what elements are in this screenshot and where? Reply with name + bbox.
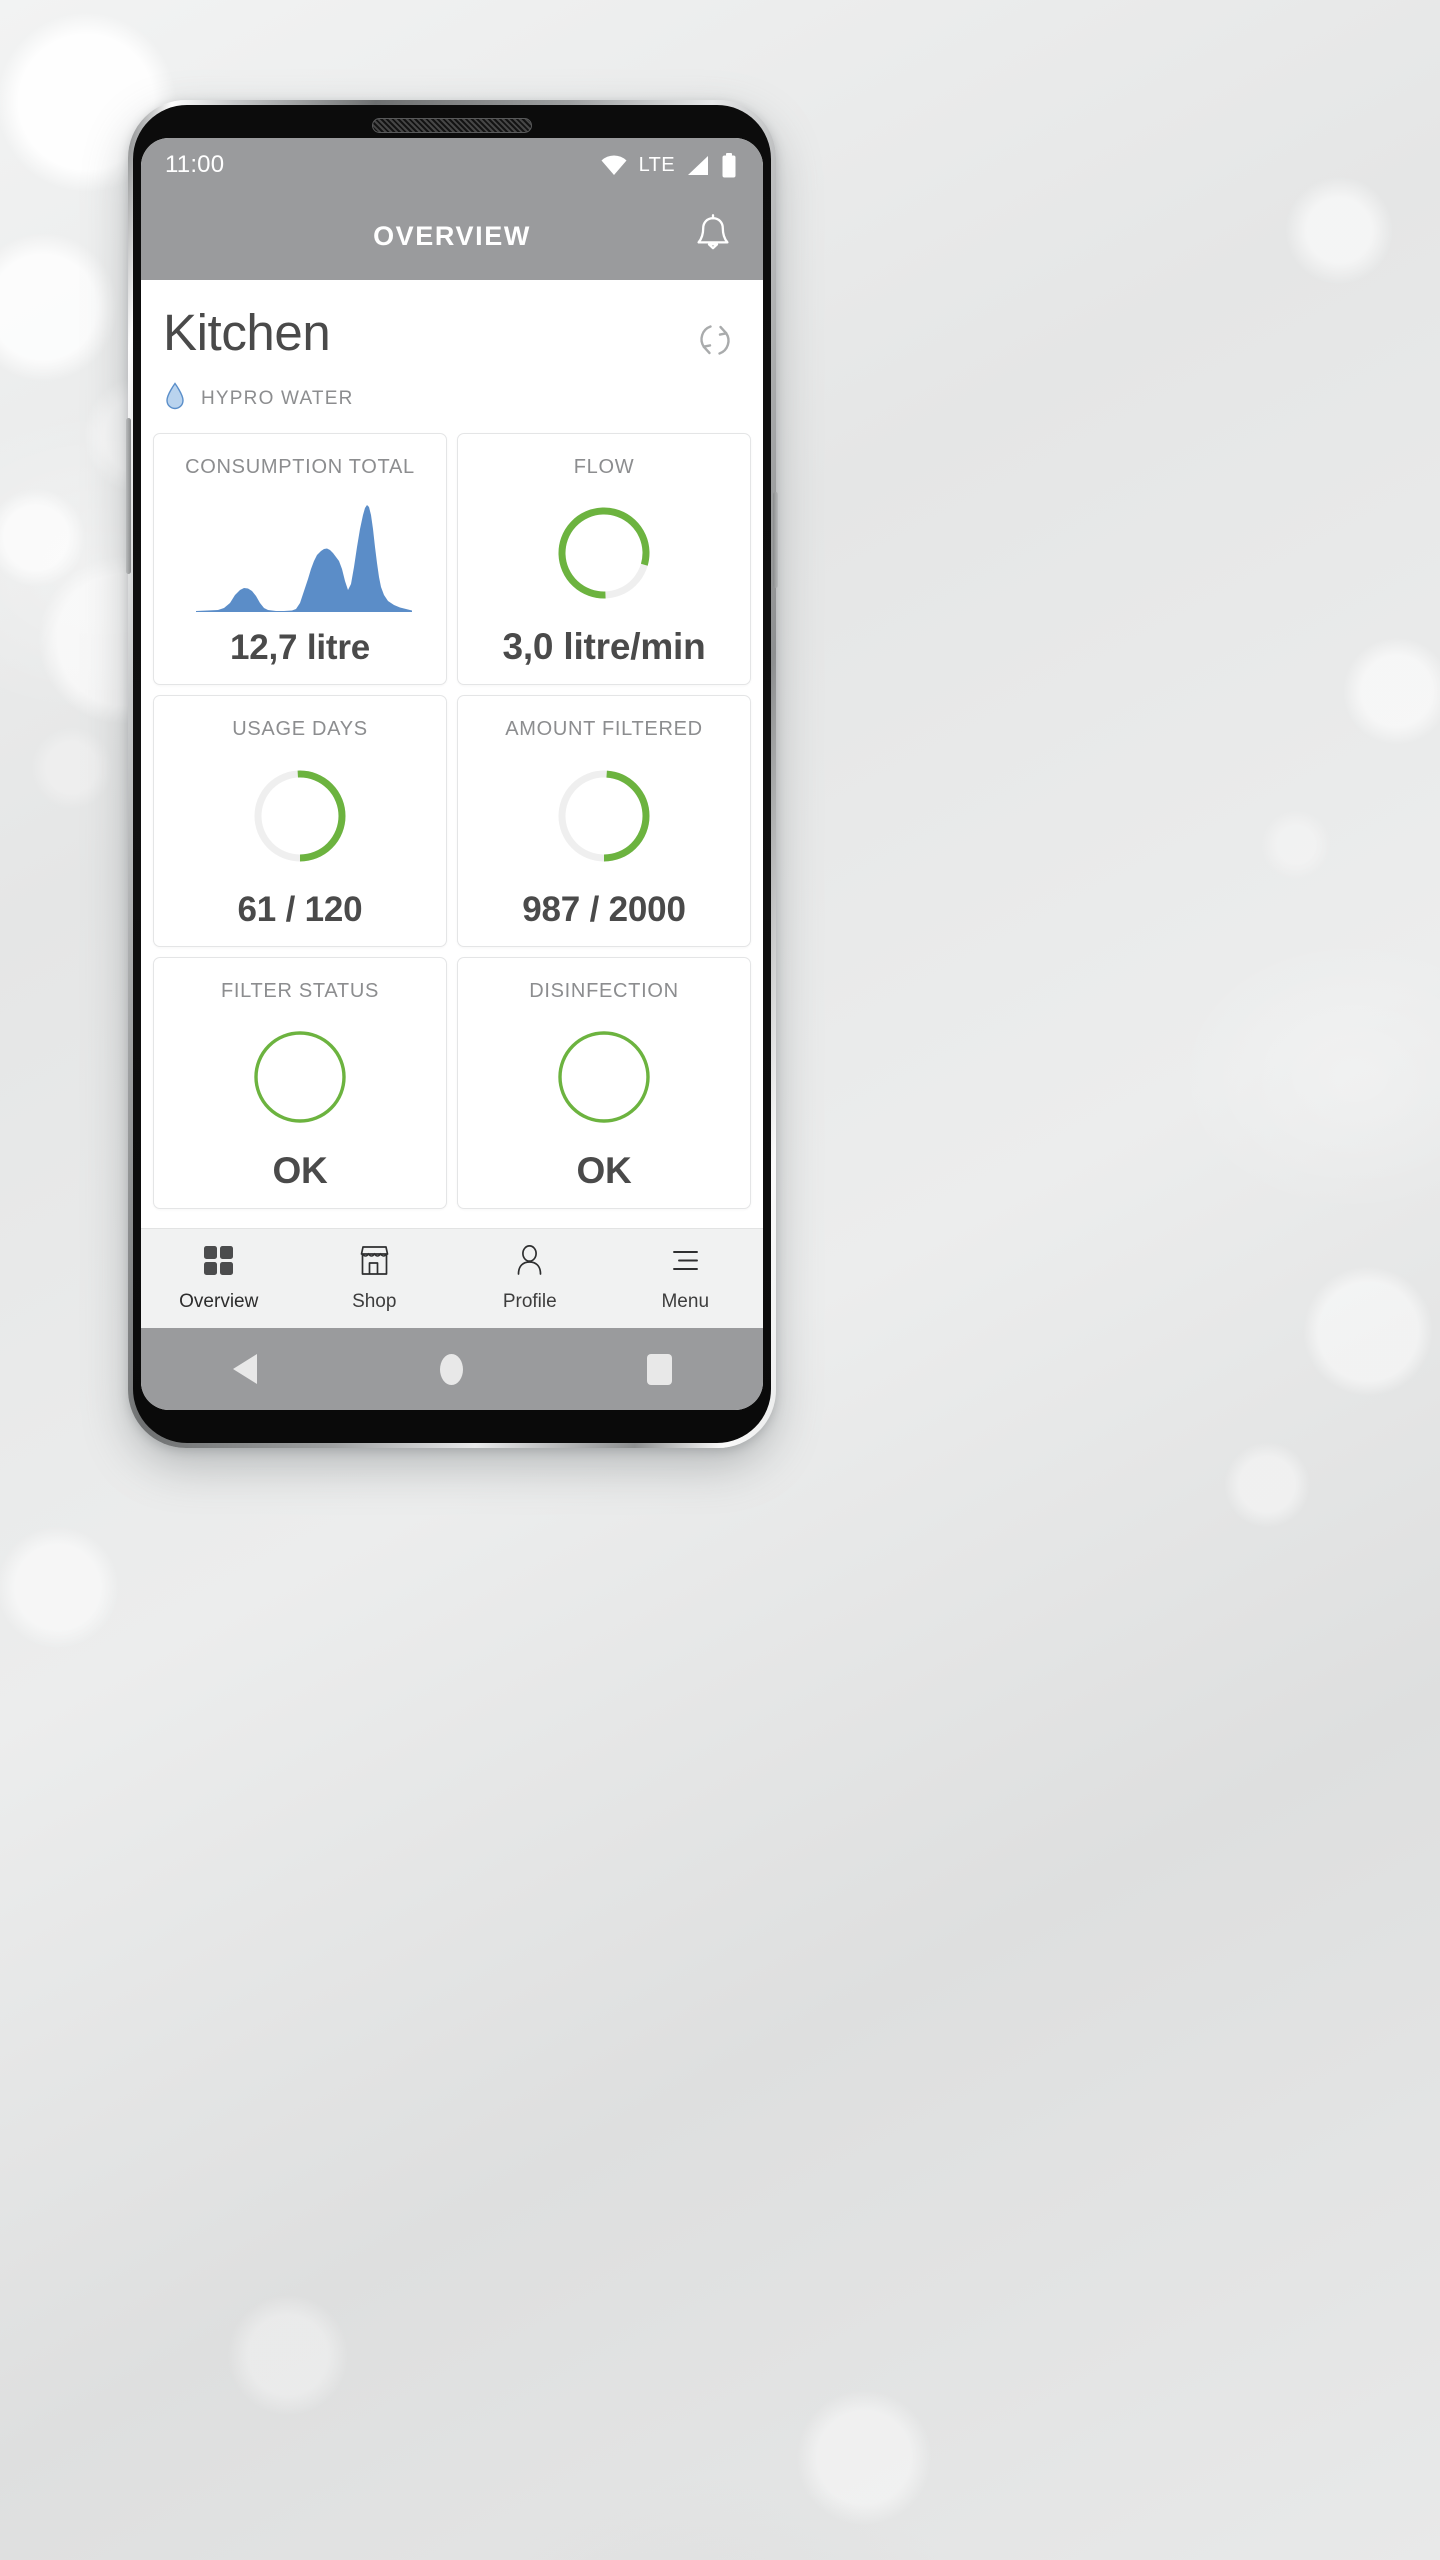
main-content: Kitchen HYPRO WATER CONSUMPTION TOTAL 12… xyxy=(141,280,763,1228)
brand-row: HYPRO WATER xyxy=(153,368,751,415)
card-title: DISINFECTION xyxy=(529,980,679,1002)
battery-icon xyxy=(721,152,737,178)
recents-square-icon xyxy=(646,1353,672,1385)
page-header: Kitchen xyxy=(153,280,751,368)
nav-item-overview[interactable]: Overview xyxy=(141,1229,297,1328)
usage-days-ring xyxy=(164,741,436,890)
card-title: FILTER STATUS xyxy=(221,980,379,1002)
progress-ring-svg xyxy=(558,770,650,861)
card-title: FLOW xyxy=(573,456,635,478)
refresh-button[interactable] xyxy=(689,316,741,368)
power-button[interactable] xyxy=(773,492,778,588)
nav-label: Menu xyxy=(661,1291,710,1312)
person-icon xyxy=(513,1244,546,1282)
app-bar: OVERVIEW xyxy=(141,192,763,280)
refresh-icon xyxy=(695,320,735,365)
nav-item-profile[interactable]: Profile xyxy=(452,1229,608,1328)
system-back-button[interactable] xyxy=(200,1339,290,1399)
card-flow[interactable]: FLOW 3,0 litre/min xyxy=(457,433,751,685)
status-ring-svg xyxy=(558,1030,650,1123)
progress-ring-svg xyxy=(558,507,650,598)
nav-item-shop[interactable]: Shop xyxy=(297,1229,453,1328)
status-bar-icons: LTE xyxy=(600,152,737,178)
brand-label: HYPRO WATER xyxy=(201,387,354,409)
signal-icon xyxy=(686,155,710,176)
card-usage-days[interactable]: USAGE DAYS 61 / 120 xyxy=(153,695,447,947)
filter-status-ring xyxy=(164,1003,436,1150)
card-title: CONSUMPTION TOTAL xyxy=(185,456,415,478)
card-value: OK xyxy=(576,1150,632,1191)
grid-icon xyxy=(202,1244,235,1282)
nav-label: Shop xyxy=(352,1291,397,1312)
bottom-navigation: Overview Shop Profile Menu xyxy=(141,1228,763,1328)
status-bar: 11:00 LTE xyxy=(141,138,763,192)
consumption-area-chart xyxy=(164,479,436,628)
card-value: 3,0 litre/min xyxy=(502,626,706,667)
status-bar-clock: 11:00 xyxy=(165,151,225,178)
phone-screen: 11:00 LTE OVERVIEW Kitchen HYPRO WATER C… xyxy=(141,138,763,1410)
phone-device-frame: 11:00 LTE OVERVIEW Kitchen HYPRO WATER C… xyxy=(126,100,778,1448)
nav-label: Overview xyxy=(179,1291,259,1312)
metrics-grid: CONSUMPTION TOTAL 12,7 litre FLOW 3,0 li… xyxy=(153,415,751,1209)
status-ring-svg xyxy=(254,1030,346,1123)
android-system-navigation xyxy=(141,1328,763,1410)
card-consumption-total[interactable]: CONSUMPTION TOTAL 12,7 litre xyxy=(153,433,447,685)
page-title: Kitchen xyxy=(163,304,331,361)
earpiece-speaker-icon xyxy=(372,118,532,133)
wifi-icon xyxy=(600,154,628,176)
system-home-button[interactable] xyxy=(407,1339,497,1399)
notifications-button[interactable] xyxy=(685,208,741,264)
volume-button[interactable] xyxy=(126,418,131,574)
disinfection-ring xyxy=(468,1003,740,1150)
network-type-label: LTE xyxy=(638,153,675,176)
app-bar-title: OVERVIEW xyxy=(373,220,531,251)
card-disinfection[interactable]: DISINFECTION OK xyxy=(457,957,751,1209)
store-icon xyxy=(358,1244,391,1282)
area-chart-svg xyxy=(195,504,412,612)
nav-label: Profile xyxy=(502,1291,557,1312)
card-title: AMOUNT FILTERED xyxy=(505,718,703,740)
card-title: USAGE DAYS xyxy=(232,718,368,740)
hamburger-icon xyxy=(669,1244,702,1282)
card-value: 61 / 120 xyxy=(237,890,363,929)
amount-filtered-ring xyxy=(468,741,740,890)
system-recents-button[interactable] xyxy=(614,1339,704,1399)
card-value: OK xyxy=(272,1150,328,1191)
progress-ring-svg xyxy=(254,770,346,861)
bell-icon xyxy=(694,213,732,259)
card-amount-filtered[interactable]: AMOUNT FILTERED 987 / 2000 xyxy=(457,695,751,947)
flow-ring xyxy=(468,479,740,626)
water-drop-icon xyxy=(165,382,185,415)
nav-item-menu[interactable]: Menu xyxy=(608,1229,764,1328)
card-value: 987 / 2000 xyxy=(522,890,686,929)
home-circle-icon xyxy=(440,1353,464,1385)
card-filter-status[interactable]: FILTER STATUS OK xyxy=(153,957,447,1209)
back-triangle-icon xyxy=(232,1354,257,1384)
phone-bezel: 11:00 LTE OVERVIEW Kitchen HYPRO WATER C… xyxy=(133,105,771,1443)
card-value: 12,7 litre xyxy=(229,628,371,667)
